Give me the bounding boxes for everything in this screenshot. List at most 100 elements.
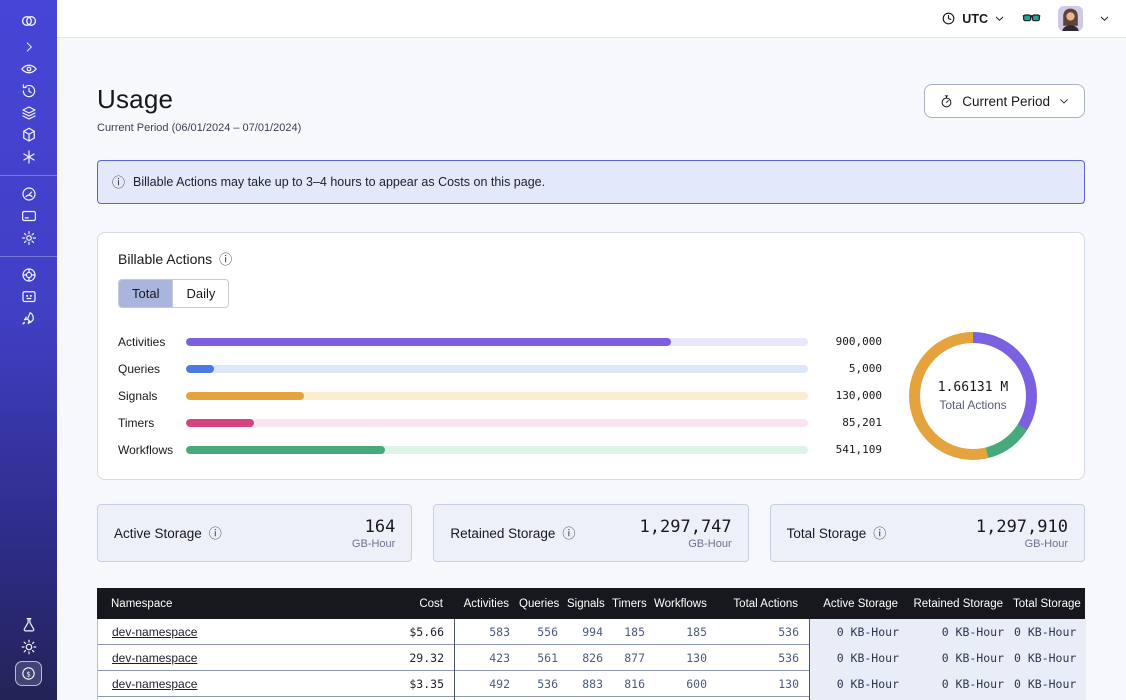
- asterisk-icon[interactable]: [0, 146, 57, 168]
- signals-cell: 883: [568, 671, 613, 697]
- period-select-button[interactable]: Current Period: [924, 84, 1085, 118]
- billing-nav-item[interactable]: $: [0, 658, 57, 688]
- info-icon[interactable]: ⓘ: [219, 253, 232, 266]
- monitor-icon[interactable]: [0, 286, 57, 308]
- chevron-right-icon[interactable]: [0, 36, 57, 58]
- col-workflows: Workflows: [654, 598, 716, 610]
- bar-row-workflows: Workflows 541,109: [118, 436, 882, 463]
- info-icon[interactable]: ⓘ: [562, 527, 575, 540]
- table-row: dev-namespace $3.35 492 536 883 816 600 …: [98, 671, 1084, 697]
- bar-fill: [186, 365, 214, 373]
- flask-icon[interactable]: [0, 614, 57, 636]
- timers-cell: 877: [613, 645, 655, 671]
- table-row: dev-namespace $5.66 583 556 994 185 185 …: [98, 619, 1084, 645]
- billable-actions-card: Billable Actions ⓘ Total Daily Activitie…: [97, 232, 1085, 480]
- timers-cell: 816: [613, 671, 655, 697]
- col-timers: Timers: [612, 598, 654, 610]
- table-header: Namespace Cost Activities Queries Signal…: [97, 588, 1085, 619]
- bar-row-signals: Signals 130,000: [118, 382, 882, 409]
- workflows-cell: 185: [655, 619, 717, 645]
- sidebar: $: [0, 0, 57, 700]
- bar-label: Activities: [118, 335, 186, 349]
- retained-storage-cell: 0 KB-Hour: [909, 645, 1014, 671]
- life-ring-icon[interactable]: [0, 264, 57, 286]
- rocket-icon[interactable]: [0, 308, 57, 330]
- tab-total[interactable]: Total: [119, 280, 172, 307]
- view-toggle: Total Daily: [118, 279, 229, 308]
- bar-fill: [186, 392, 304, 400]
- namespace-link[interactable]: dev-namespace: [112, 625, 197, 639]
- col-cost: Cost: [363, 598, 453, 610]
- bar-value: 85,201: [820, 416, 882, 429]
- col-total-actions: Total Actions: [716, 598, 808, 610]
- clock-icon: [941, 11, 956, 26]
- chevron-down-icon: [1058, 95, 1070, 107]
- info-banner: ⓘ Billable Actions may take up to 3–4 ho…: [97, 160, 1085, 204]
- info-icon[interactable]: ⓘ: [873, 527, 886, 540]
- gear-icon[interactable]: [0, 227, 57, 249]
- info-icon: ⓘ: [112, 176, 125, 189]
- temporal-logo-icon[interactable]: [0, 10, 57, 32]
- cube-icon[interactable]: [0, 124, 57, 146]
- info-icon[interactable]: ⓘ: [209, 527, 222, 540]
- card-icon[interactable]: [0, 205, 57, 227]
- total-storage-cell: 0 KB-Hour: [1014, 645, 1086, 671]
- donut-chart: 1.66131 M Total Actions: [882, 332, 1064, 460]
- bar-track: [186, 365, 808, 373]
- queries-cell: 561: [520, 645, 568, 671]
- donut-center: 1.66131 M Total Actions: [920, 343, 1026, 449]
- total-actions-value: 1.66131 M: [938, 380, 1008, 395]
- glasses-icon[interactable]: [1021, 8, 1042, 29]
- table-row: dev-namespace 29.32 423 561 826 877 130 …: [98, 645, 1084, 671]
- signals-cell: 826: [568, 645, 613, 671]
- donut-ring: 1.66131 M Total Actions: [909, 332, 1037, 460]
- bar-label: Signals: [118, 389, 186, 403]
- namespace-usage-table: Namespace Cost Activities Queries Signal…: [97, 588, 1085, 700]
- chevron-down-icon[interactable]: [1099, 13, 1110, 24]
- total-actions-cell: 536: [717, 645, 809, 671]
- namespace-link[interactable]: dev-namespace: [112, 651, 197, 665]
- active-storage-cell: 0 KB-Hour: [809, 619, 909, 645]
- storage-summary-row: Active Storageⓘ 164GB-Hour Retained Stor…: [97, 504, 1085, 562]
- table-body: dev-namespace $5.66 583 556 994 185 185 …: [97, 619, 1085, 700]
- retained-storage-unit: GB-Hour: [640, 538, 732, 550]
- gauge-icon[interactable]: [0, 183, 57, 205]
- signals-cell: 994: [568, 619, 613, 645]
- workflows-cell: 130: [655, 645, 717, 671]
- active-storage-cell: 0 KB-Hour: [809, 645, 909, 671]
- timers-cell: 185: [613, 619, 655, 645]
- sidebar-divider: [0, 175, 57, 176]
- active-storage-cell: 0 KB-Hour: [809, 671, 909, 697]
- bar-label: Workflows: [118, 443, 186, 457]
- bar-row-activities: Activities 900,000: [118, 328, 882, 355]
- retained-storage-value: 1,297,747: [640, 517, 732, 537]
- eye-icon[interactable]: [0, 58, 57, 80]
- sun-icon[interactable]: [0, 636, 57, 658]
- total-actions-cell: 130: [717, 671, 809, 697]
- activities-cell: 492: [454, 671, 520, 697]
- active-storage-card: Active Storageⓘ 164GB-Hour: [97, 504, 412, 562]
- cost-cell: 29.32: [364, 645, 454, 671]
- layers-icon[interactable]: [0, 102, 57, 124]
- bar-track: [186, 446, 808, 454]
- total-storage-cell: 0 KB-Hour: [1014, 671, 1086, 697]
- svg-text:$: $: [26, 669, 31, 678]
- avatar[interactable]: [1058, 6, 1083, 31]
- total-storage-unit: GB-Hour: [976, 538, 1068, 550]
- cost-cell: $3.35: [364, 671, 454, 697]
- col-active-storage: Active Storage: [808, 598, 908, 610]
- queries-cell: 556: [520, 619, 568, 645]
- cost-cell: $5.66: [364, 619, 454, 645]
- history-icon[interactable]: [0, 80, 57, 102]
- timezone-selector[interactable]: UTC: [941, 11, 1005, 26]
- bar-row-timers: Timers 85,201: [118, 409, 882, 436]
- bar-label: Queries: [118, 362, 186, 376]
- total-actions-cell: 536: [717, 619, 809, 645]
- tab-daily[interactable]: Daily: [172, 280, 228, 307]
- activities-cell: 423: [454, 645, 520, 671]
- bar-fill: [186, 419, 254, 427]
- bar-label: Timers: [118, 416, 186, 430]
- namespace-link[interactable]: dev-namespace: [112, 677, 197, 691]
- retained-storage-cell: 0 KB-Hour: [909, 619, 1014, 645]
- bar-value: 541,109: [820, 443, 882, 456]
